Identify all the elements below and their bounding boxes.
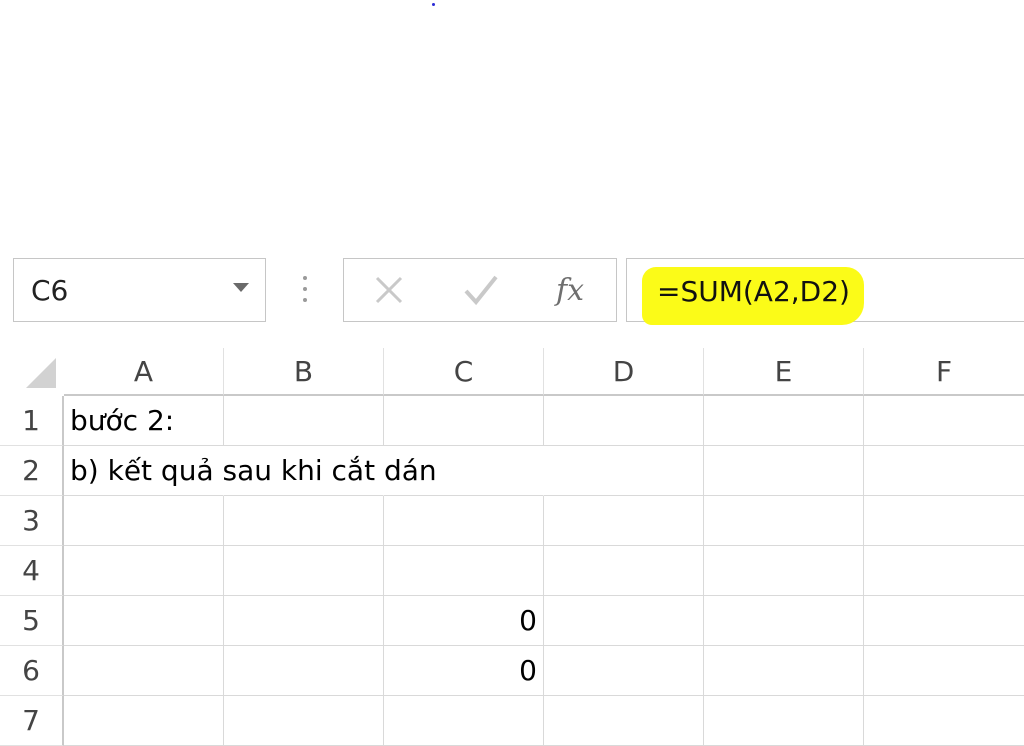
cell-e6[interactable] [704,646,864,696]
insert-function-button[interactable]: fx [548,271,592,311]
cell-e4[interactable] [704,546,864,596]
column-header-c[interactable]: C [384,348,544,396]
cell-d1[interactable] [544,396,704,446]
cell-a4[interactable] [64,546,224,596]
cell-d6[interactable] [544,646,704,696]
checkmark-icon [464,275,498,306]
cell-f3[interactable] [864,496,1024,546]
cancel-x-icon [375,276,403,304]
cell-a5[interactable] [64,596,224,646]
cell-f2[interactable] [864,446,1024,496]
formula-buttons: fx [343,258,617,322]
cell-c4[interactable] [384,546,544,596]
cell-f1[interactable] [864,396,1024,446]
cell-b5[interactable] [224,596,384,646]
cell-f7[interactable] [864,696,1024,746]
cell-e2[interactable] [704,446,864,496]
cell-c6[interactable]: 0 [384,646,544,696]
name-box-value: C6 [31,274,69,307]
dot-icon [303,276,307,280]
row-header-3[interactable]: 3 [0,496,64,546]
row-header-7[interactable]: 7 [0,696,64,746]
formula-text: =SUM(A2,D2) [657,275,850,308]
cell-a3[interactable] [64,496,224,546]
row-header-5[interactable]: 5 [0,596,64,646]
cell-d5[interactable] [544,596,704,646]
column-header-f[interactable]: F [864,348,1024,396]
row-header-1[interactable]: 1 [0,396,64,446]
cell-b1[interactable] [224,396,384,446]
cell-f4[interactable] [864,546,1024,596]
row-header-6[interactable]: 6 [0,646,64,696]
column-header-d[interactable]: D [544,348,704,396]
select-all-icon [26,358,56,388]
enter-button[interactable] [460,271,504,311]
row-header-2[interactable]: 2 [0,446,64,496]
cell-c3[interactable] [384,496,544,546]
cell-b7[interactable] [224,696,384,746]
cell-d7[interactable] [544,696,704,746]
cell-c7[interactable] [384,696,544,746]
cancel-button[interactable] [368,271,412,311]
cell-b3[interactable] [224,496,384,546]
cell-c1[interactable] [384,396,544,446]
cell-d3[interactable] [544,496,704,546]
chevron-down-icon[interactable] [233,283,249,292]
cell-f5[interactable] [864,596,1024,646]
cell-d2[interactable] [544,446,704,496]
column-header-a[interactable]: A [64,348,224,396]
select-all-corner[interactable] [0,348,64,396]
function-icon: fx [555,273,585,308]
cell-f6[interactable] [864,646,1024,696]
name-box[interactable]: C6 [13,258,266,322]
cell-c5[interactable]: 0 [384,596,544,646]
cell-e7[interactable] [704,696,864,746]
column-header-e[interactable]: E [704,348,864,396]
cell-a2[interactable]: b) kết quả sau khi cắt dán [64,446,437,496]
cell-a1[interactable]: bước 2: [64,396,224,446]
cell-e5[interactable] [704,596,864,646]
cell-b6[interactable] [224,646,384,696]
formula-input[interactable]: =SUM(A2,D2) [626,258,1024,325]
cell-d4[interactable] [544,546,704,596]
formula-bar-resize-handle[interactable] [302,276,308,306]
cell-e3[interactable] [704,496,864,546]
column-header-b[interactable]: B [224,348,384,396]
row-header-4[interactable]: 4 [0,546,64,596]
cell-e1[interactable] [704,396,864,446]
dot-icon [303,287,307,291]
cell-b4[interactable] [224,546,384,596]
cell-a7[interactable] [64,696,224,746]
stray-dot [432,3,435,6]
cell-a6[interactable] [64,646,224,696]
dot-icon [303,298,307,302]
